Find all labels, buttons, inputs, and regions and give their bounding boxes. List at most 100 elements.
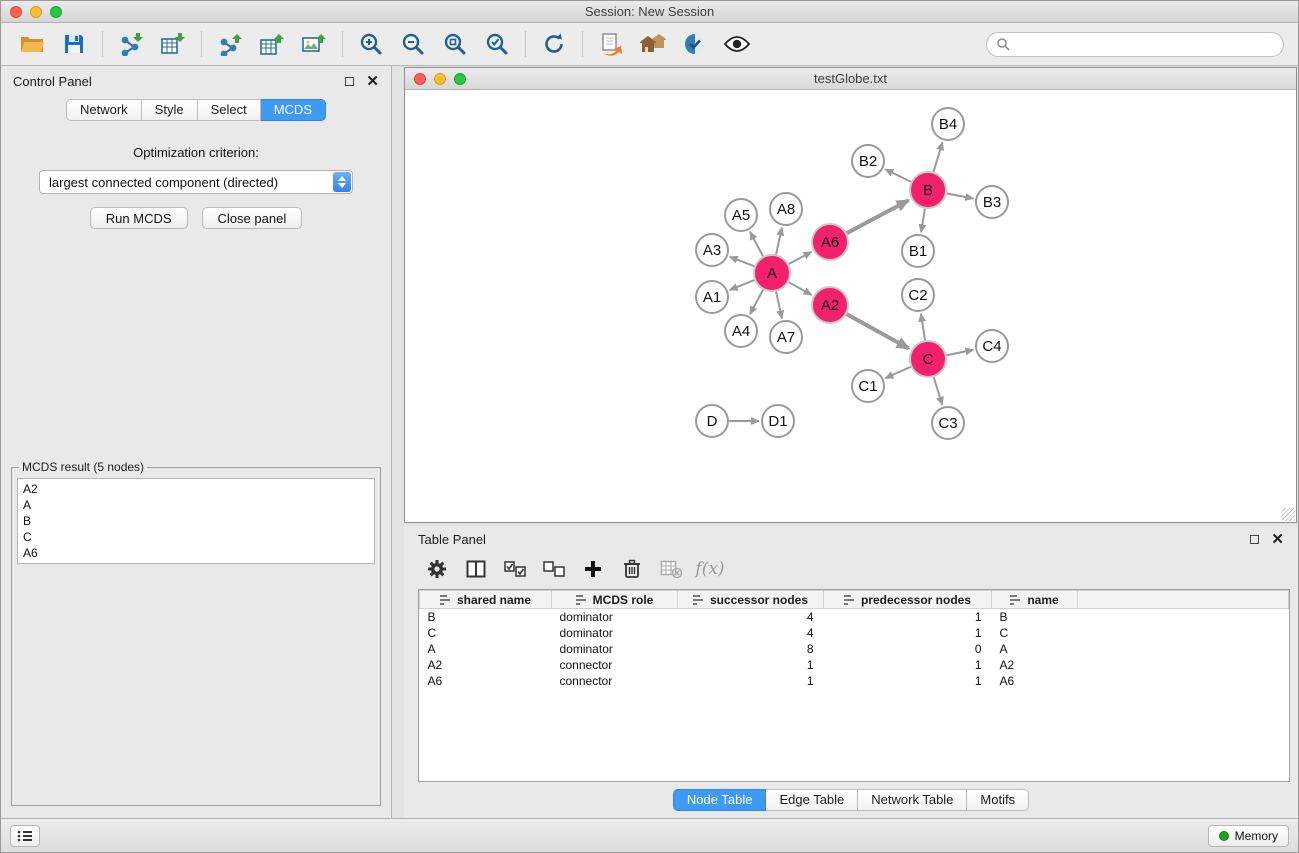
table-tab-network-table[interactable]: Network Table (858, 789, 967, 811)
network-minimize-button[interactable] (434, 73, 446, 85)
graph-edge-B-B3[interactable] (947, 194, 974, 199)
graph-edge-A-A7[interactable] (776, 292, 782, 319)
import-table-button[interactable] (152, 25, 194, 63)
tab-mcds[interactable]: MCDS (261, 99, 326, 121)
column-header[interactable]: name (992, 591, 1078, 609)
graph-edge-A-A5[interactable] (750, 232, 763, 256)
minimize-window-button[interactable] (30, 6, 42, 18)
table-row[interactable]: A6connector11A6 (420, 673, 1289, 689)
table-tab-edge-table[interactable]: Edge Table (766, 789, 858, 811)
graph-node-B3[interactable]: B3 (976, 186, 1008, 218)
deselect-all-button[interactable] (539, 556, 569, 582)
graph-edge-B-B2[interactable] (885, 169, 911, 181)
graph-edge-B-B4[interactable] (934, 142, 943, 172)
table-tab-node-table[interactable]: Node Table (673, 789, 767, 811)
graph-edge-A-A4[interactable] (750, 290, 763, 314)
graph-edge-A-A2[interactable] (789, 282, 812, 295)
refresh-layout-button[interactable] (533, 25, 575, 63)
zoom-out-button[interactable] (392, 25, 434, 63)
network-graph[interactable]: B4B2BB3A5A8A6B1A3AC2A1A2A4A7C4CC1C3DD1 (405, 90, 1296, 522)
graph-edge-C-C2[interactable] (921, 314, 925, 340)
export-network-button[interactable] (209, 25, 251, 63)
graph-edge-A2-C[interactable] (847, 314, 909, 348)
function-builder-button[interactable]: f(x) (695, 556, 725, 582)
table-settings-button[interactable] (422, 556, 452, 582)
task-history-button[interactable] (10, 825, 40, 847)
graph-node-C4[interactable]: C4 (976, 330, 1008, 362)
graph-node-C[interactable]: C (910, 341, 946, 377)
table-row[interactable]: Bdominator41B (420, 609, 1289, 625)
graph-node-A4[interactable]: A4 (725, 315, 757, 347)
mcds-result-item[interactable]: A6 (18, 545, 374, 561)
column-header[interactable]: shared name (420, 591, 552, 609)
show-columns-button[interactable] (461, 556, 491, 582)
graph-node-A5[interactable]: A5 (725, 199, 757, 231)
show-details-button[interactable] (716, 25, 758, 63)
close-panel-x-icon[interactable]: ✕ (366, 74, 379, 89)
table-float-icon[interactable] (1250, 535, 1259, 544)
graph-node-A1[interactable]: A1 (696, 281, 728, 313)
zoom-in-button[interactable] (350, 25, 392, 63)
graph-edge-C-C3[interactable] (934, 377, 943, 405)
graph-edge-C-C4[interactable] (947, 350, 974, 355)
graph-node-A2[interactable]: A2 (812, 287, 848, 323)
graph-edge-C-C1[interactable] (885, 367, 910, 378)
run-mcds-button[interactable]: Run MCDS (90, 207, 188, 229)
network-close-button[interactable] (414, 73, 426, 85)
save-session-button[interactable] (53, 25, 95, 63)
graph-node-B4[interactable]: B4 (932, 108, 964, 140)
column-header[interactable]: successor nodes (678, 591, 824, 609)
criterion-select[interactable]: largest connected component (directed) (39, 170, 353, 194)
mcds-result-item[interactable]: C (18, 529, 374, 545)
export-image-button[interactable] (293, 25, 335, 63)
graph-edge-B-B1[interactable] (921, 209, 925, 233)
column-header[interactable]: MCDS role (552, 591, 678, 609)
graph-node-A6[interactable]: A6 (812, 224, 848, 260)
tab-style[interactable]: Style (142, 99, 198, 121)
table-row[interactable]: Adominator80A (420, 641, 1289, 657)
graph-node-D[interactable]: D (696, 405, 728, 437)
tab-network[interactable]: Network (66, 99, 142, 121)
graph-node-A8[interactable]: A8 (770, 193, 802, 225)
close-panel-button[interactable]: Close panel (202, 207, 303, 229)
export-table-button[interactable] (251, 25, 293, 63)
table-row[interactable]: Cdominator41C (420, 625, 1289, 641)
zoom-selected-button[interactable] (476, 25, 518, 63)
search-input[interactable] (1015, 37, 1274, 52)
mcds-result-item[interactable]: A (18, 497, 374, 513)
open-session-button[interactable] (11, 25, 53, 63)
graph-node-B1[interactable]: B1 (902, 235, 934, 267)
close-window-button[interactable] (10, 6, 22, 18)
graph-node-A7[interactable]: A7 (770, 321, 802, 353)
table-close-icon[interactable]: ✕ (1271, 532, 1284, 547)
table-tab-motifs[interactable]: Motifs (967, 789, 1029, 811)
graph-node-B[interactable]: B (910, 172, 946, 208)
graph-node-D1[interactable]: D1 (762, 405, 794, 437)
zoom-window-button[interactable] (50, 6, 62, 18)
apply-style-button[interactable] (674, 25, 716, 63)
mcds-result-item[interactable]: B (18, 513, 374, 529)
delete-column-button[interactable] (617, 556, 647, 582)
graph-edge-A6-B[interactable] (847, 200, 909, 233)
graph-edge-A-A6[interactable] (789, 252, 812, 264)
mcds-result-item[interactable]: A2 (18, 481, 374, 497)
table-row[interactable]: A2connector11A2 (420, 657, 1289, 673)
float-panel-icon[interactable] (345, 77, 354, 86)
import-network-button[interactable] (110, 25, 152, 63)
graph-node-C2[interactable]: C2 (902, 279, 934, 311)
delete-table-button[interactable] (656, 556, 686, 582)
select-all-button[interactable] (500, 556, 530, 582)
graph-node-C3[interactable]: C3 (932, 407, 964, 439)
graph-edge-A-A3[interactable] (730, 257, 755, 266)
graph-node-A[interactable]: A (754, 255, 790, 291)
tab-select[interactable]: Select (198, 99, 261, 121)
column-header[interactable]: predecessor nodes (824, 591, 992, 609)
graph-node-C1[interactable]: C1 (852, 370, 884, 402)
add-column-button[interactable] (578, 556, 608, 582)
graph-edge-A-A1[interactable] (730, 280, 755, 290)
memory-button[interactable]: Memory (1208, 825, 1289, 847)
resize-grip[interactable] (1282, 508, 1295, 521)
network-canvas[interactable]: B4B2BB3A5A8A6B1A3AC2A1A2A4A7C4CC1C3DD1 (405, 90, 1296, 522)
show-all-button[interactable] (632, 25, 674, 63)
graph-node-A3[interactable]: A3 (696, 234, 728, 266)
